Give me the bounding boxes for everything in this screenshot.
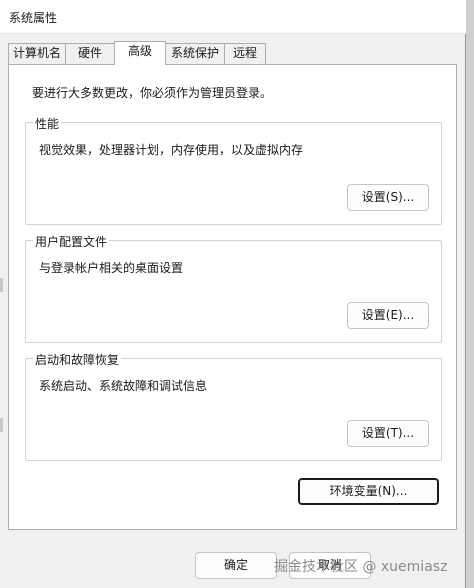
admin-note: 要进行大多数更改，你必须作为管理员登录。 xyxy=(32,86,273,100)
performance-description: 视觉效果，处理器计划，内存使用，以及虚拟内存 xyxy=(39,143,304,157)
advanced-tab-panel: 要进行大多数更改，你必须作为管理员登录。 性能 视觉效果，处理器计划，内存使用，… xyxy=(8,64,457,530)
system-properties-window: 系统属性 计算机名 硬件 高级 系统保护 远程 要进行大多数更改，你必须作为管理… xyxy=(0,0,466,588)
user-profiles-settings-button[interactable]: 设置(E)... xyxy=(347,302,429,329)
tab-remote[interactable]: 远程 xyxy=(224,43,266,64)
edge-marker xyxy=(0,418,3,432)
title-bar[interactable]: 系统属性 xyxy=(0,0,466,34)
edge-marker xyxy=(0,278,3,292)
performance-group-title: 性能 xyxy=(33,115,62,132)
performance-group: 性能 视觉效果，处理器计划，内存使用，以及虚拟内存 设置(S)... xyxy=(25,115,442,225)
startup-recovery-group: 启动和故障恢复 系统启动、系统故障和调试信息 设置(T)... xyxy=(25,351,442,461)
user-profiles-group: 用户配置文件 与登录帐户相关的桌面设置 设置(E)... xyxy=(25,233,442,343)
tab-computer-name[interactable]: 计算机名 xyxy=(8,43,66,64)
window-shadow-edge xyxy=(466,0,474,588)
window-title: 系统属性 xyxy=(9,11,58,25)
ok-button[interactable]: 确定 xyxy=(195,552,277,579)
watermark-text: 掘金技术社区 @ xuemiasz xyxy=(274,559,448,575)
startup-recovery-group-title: 启动和故障恢复 xyxy=(33,351,122,368)
startup-recovery-description: 系统启动、系统故障和调试信息 xyxy=(39,379,208,393)
tab-hardware[interactable]: 硬件 xyxy=(65,43,115,64)
environment-variables-button[interactable]: 环境变量(N)... xyxy=(298,478,439,505)
tab-system-protection[interactable]: 系统保护 xyxy=(165,43,225,64)
tab-advanced[interactable]: 高级 xyxy=(114,41,166,65)
performance-settings-button[interactable]: 设置(S)... xyxy=(347,184,429,211)
user-profiles-description: 与登录帐户相关的桌面设置 xyxy=(39,261,184,275)
startup-recovery-settings-button[interactable]: 设置(T)... xyxy=(347,420,429,447)
user-profiles-group-title: 用户配置文件 xyxy=(33,233,110,250)
